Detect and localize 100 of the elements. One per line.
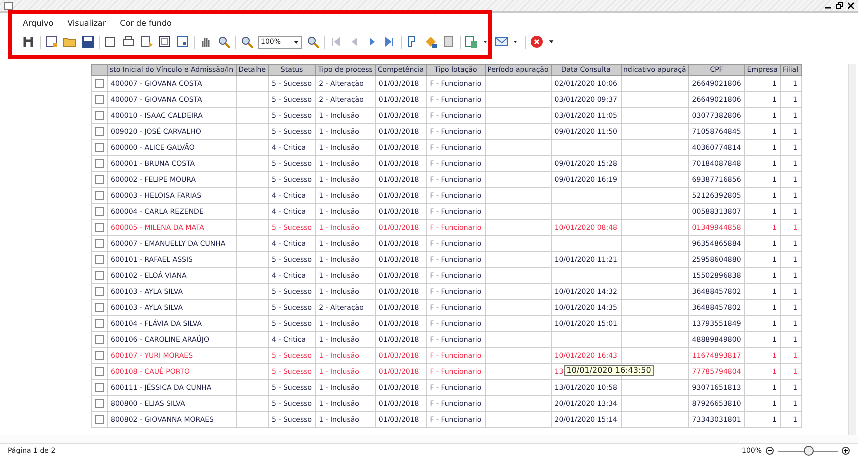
table-cell (621, 300, 689, 316)
table-cell (621, 316, 689, 332)
table-cell (236, 364, 269, 380)
zoom-in-icon[interactable] (842, 447, 850, 455)
table-cell (236, 412, 269, 428)
table-cell (485, 220, 552, 236)
table-cell (551, 140, 621, 156)
close-icon[interactable] (848, 2, 854, 9)
table-cell (621, 348, 689, 364)
table-cell (551, 236, 621, 252)
table-cell (485, 156, 552, 172)
table-cell (485, 92, 552, 108)
row-checkbox[interactable] (95, 335, 104, 344)
table-cell (236, 124, 269, 140)
row-checkbox[interactable] (95, 415, 104, 424)
table-cell (621, 332, 689, 348)
export-icon[interactable] (465, 35, 479, 49)
tooltip: 10/01/2020 16:43:50 (564, 365, 654, 376)
table-cell (236, 188, 269, 204)
row-checkbox[interactable] (95, 287, 104, 296)
table-cell (485, 172, 552, 188)
menu-item[interactable]: Cor de fundo (120, 19, 172, 32)
table-cell (551, 332, 621, 348)
row-checkbox[interactable] (95, 351, 104, 360)
row-checkbox[interactable] (95, 239, 104, 248)
table-cell (621, 108, 689, 124)
save-icon[interactable] (81, 35, 95, 49)
page-frame-icon[interactable] (158, 35, 172, 49)
page-layout-icon[interactable] (176, 35, 190, 49)
zoom-out-icon[interactable] (240, 35, 254, 49)
envelope-icon[interactable] (495, 35, 509, 49)
table-cell (236, 76, 269, 92)
row-checkbox[interactable] (95, 143, 104, 152)
table-cell (485, 396, 552, 412)
row-checkbox[interactable] (95, 319, 104, 328)
table-cell (485, 108, 552, 124)
table-cell (551, 204, 621, 220)
restore-icon[interactable] (836, 2, 843, 9)
menu-item[interactable]: Arquivo (23, 19, 54, 32)
window-icon (4, 2, 13, 10)
table-cell (621, 188, 689, 204)
zoom-in-icon[interactable] (306, 35, 320, 49)
table-cell (236, 204, 269, 220)
table-cell (485, 124, 552, 140)
row-checkbox[interactable] (95, 399, 104, 408)
row-checkbox[interactable] (95, 383, 104, 392)
table-cell (485, 332, 552, 348)
row-checkbox[interactable] (95, 79, 104, 88)
table-cell (621, 268, 689, 284)
table-cell (485, 140, 552, 156)
table-cell (236, 380, 269, 396)
magnifier-icon[interactable] (217, 35, 231, 49)
row-checkbox[interactable] (95, 367, 104, 376)
table-cell (485, 236, 552, 252)
printer-icon[interactable] (122, 35, 136, 49)
table-cell (485, 252, 552, 268)
table-cell (621, 92, 689, 108)
table-cell (621, 396, 689, 412)
table-cell (485, 380, 552, 396)
watermark-page-icon[interactable] (442, 35, 456, 49)
row-checkbox[interactable] (95, 223, 104, 232)
table-cell (236, 220, 269, 236)
table-cell (236, 140, 269, 156)
row-checkbox[interactable] (95, 175, 104, 184)
table-cell (236, 284, 269, 300)
document-icon[interactable] (45, 35, 59, 49)
row-checkbox[interactable] (95, 95, 104, 104)
row-checkbox[interactable] (95, 303, 104, 312)
table-cell (621, 380, 689, 396)
color-fill-icon[interactable] (424, 35, 438, 49)
table-cell (236, 316, 269, 332)
table-cell (621, 172, 689, 188)
table-cell (621, 236, 689, 252)
slider-thumb[interactable] (804, 446, 814, 456)
row-checkbox[interactable] (95, 191, 104, 200)
table-cell (236, 332, 269, 348)
row-checkbox[interactable] (95, 255, 104, 264)
table-cell (551, 188, 621, 204)
page-setup-icon[interactable] (104, 35, 118, 49)
row-checkbox[interactable] (95, 127, 104, 136)
row-checkbox[interactable] (95, 271, 104, 280)
export-page-icon[interactable] (140, 35, 154, 49)
table-cell (621, 252, 689, 268)
table-cell (551, 268, 621, 284)
zoom-out-icon[interactable] (766, 447, 774, 455)
table-cell (236, 172, 269, 188)
table-cell (236, 92, 269, 108)
table-cell (236, 300, 269, 316)
table-cell (621, 140, 689, 156)
table-cell (621, 124, 689, 140)
table-cell (621, 76, 689, 92)
row-checkbox[interactable] (95, 207, 104, 216)
menu-item[interactable]: Visualizar (68, 19, 106, 32)
table-cell (236, 108, 269, 124)
row-checkbox[interactable] (95, 111, 104, 120)
table-cell (621, 412, 689, 428)
table-cell (236, 156, 269, 172)
row-checkbox[interactable] (95, 159, 104, 168)
table-cell (485, 284, 552, 300)
table-cell (236, 236, 269, 252)
